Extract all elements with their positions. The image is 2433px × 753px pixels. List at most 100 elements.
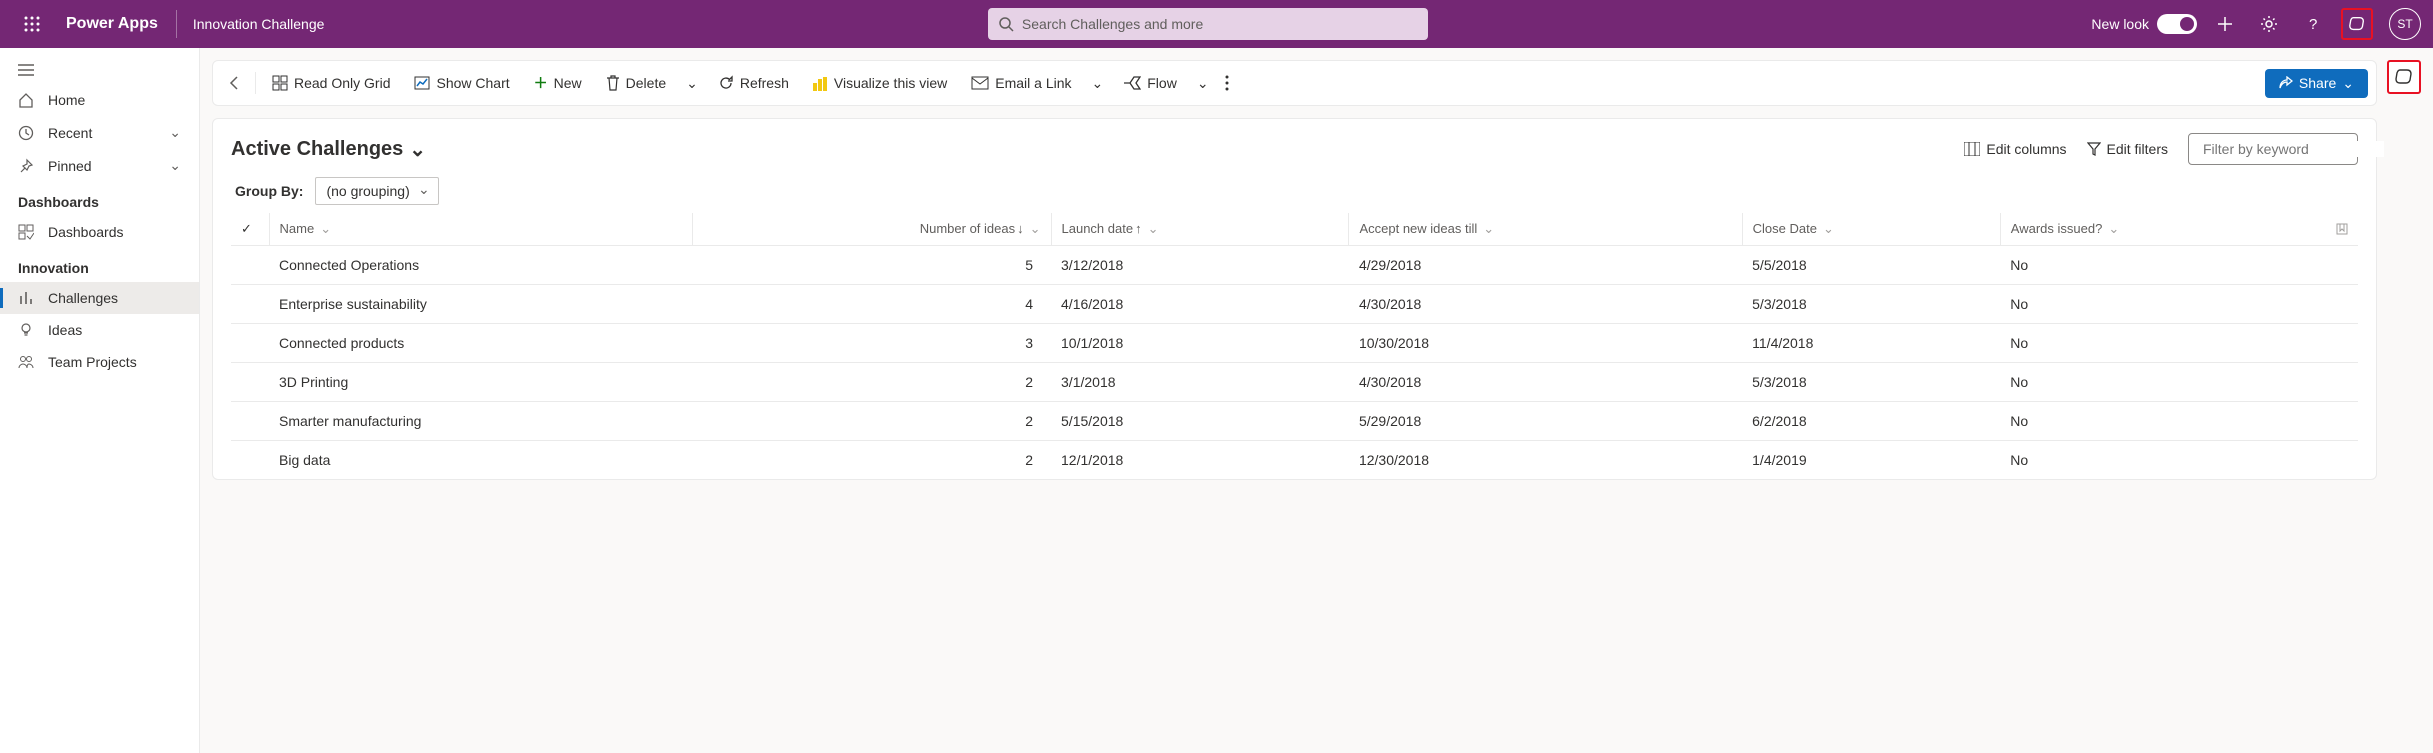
chevron-down-icon: ⌄: [2108, 221, 2119, 236]
user-avatar[interactable]: ST: [2389, 8, 2421, 40]
header-divider: [176, 10, 177, 38]
view-panel: Active Challenges ⌄ Edit columns Edit fi…: [212, 118, 2377, 480]
search-icon: [998, 16, 1014, 32]
app-title: Innovation Challenge: [181, 16, 325, 32]
column-num-ideas[interactable]: Number of ideas↓⌄: [693, 213, 1051, 246]
chevron-down-icon: ⌄: [1483, 221, 1494, 236]
home-icon: [18, 92, 34, 108]
column-close-date[interactable]: Close Date⌄: [1742, 213, 2000, 246]
chevron-down-icon: ⌄: [1197, 75, 1209, 92]
nav-label: Team Projects: [48, 354, 137, 370]
table-row[interactable]: Connected products310/1/201810/30/201811…: [231, 324, 2358, 363]
search-input[interactable]: [1022, 16, 1418, 32]
delete-split-button[interactable]: ⌄: [680, 69, 704, 98]
nav-label: Recent: [48, 125, 92, 141]
settings-button[interactable]: [2253, 8, 2285, 40]
column-launch-date[interactable]: Launch date↑⌄: [1051, 213, 1349, 246]
more-vertical-icon: [1225, 75, 1229, 91]
more-commands-button[interactable]: [1219, 69, 1235, 97]
sidebar-toggle[interactable]: [0, 56, 199, 84]
delete-icon: [606, 75, 620, 91]
help-button[interactable]: ?: [2297, 8, 2329, 40]
table-row[interactable]: Big data212/1/201812/30/20181/4/2019No: [231, 441, 2358, 480]
column-awards-issued[interactable]: Awards issued?⌄: [2000, 213, 2326, 246]
chevron-down-icon: ⌄: [1030, 221, 1041, 236]
copilot-button-header[interactable]: [2341, 8, 2373, 40]
app-launcher-icon[interactable]: [12, 4, 52, 44]
read-only-grid-button[interactable]: Read Only Grid: [262, 69, 400, 97]
table-row[interactable]: Smarter manufacturing25/15/20185/29/2018…: [231, 402, 2358, 441]
cell-close: 5/3/2018: [1742, 285, 2000, 324]
view-title-label: Active Challenges: [231, 138, 403, 161]
toggle-switch[interactable]: [2157, 14, 2197, 34]
nav-group-dashboards: Dashboards: [0, 182, 199, 216]
cmd-label: New: [554, 75, 582, 91]
select-all-column[interactable]: ✓: [231, 213, 269, 246]
cell-accept: 12/30/2018: [1349, 441, 1742, 480]
sidebar-item-challenges[interactable]: Challenges: [0, 282, 199, 314]
new-look-toggle[interactable]: New look: [2091, 14, 2197, 34]
sidebar-item-team-projects[interactable]: Team Projects: [0, 346, 199, 378]
show-chart-button[interactable]: Show Chart: [404, 69, 519, 97]
filter-icon: [2087, 142, 2101, 156]
keyword-filter[interactable]: [2188, 133, 2358, 165]
groupby-select[interactable]: (no grouping): [315, 177, 438, 205]
delete-button[interactable]: Delete: [596, 69, 676, 97]
new-button[interactable]: ＋ New: [524, 67, 592, 99]
column-name[interactable]: Name⌄: [269, 213, 693, 246]
view-selector[interactable]: Active Challenges ⌄: [231, 137, 426, 162]
refresh-button[interactable]: Refresh: [708, 69, 799, 97]
table-row[interactable]: 3D Printing23/1/20184/30/20185/3/2018No: [231, 363, 2358, 402]
cell-ideas: 5: [693, 246, 1051, 285]
nav-group-innovation: Innovation: [0, 248, 199, 282]
cmd-label: Email a Link: [995, 75, 1071, 91]
chevron-down-icon: ⌄: [1148, 221, 1159, 236]
flow-button[interactable]: Flow: [1113, 69, 1187, 97]
cmd-label: Share: [2299, 75, 2336, 91]
sidebar-item-recent[interactable]: Recent ⌄: [0, 116, 199, 149]
edit-filters-button[interactable]: Edit filters: [2087, 141, 2168, 157]
share-button[interactable]: Share ⌄: [2265, 69, 2368, 98]
cell-name: Connected products: [269, 324, 693, 363]
sort-desc-icon: ↓: [1017, 221, 1024, 236]
new-look-label: New look: [2091, 16, 2149, 32]
action-label: Edit filters: [2107, 141, 2168, 157]
cell-accept: 4/29/2018: [1349, 246, 1742, 285]
cell-awards: No: [2000, 285, 2326, 324]
groupby-label: Group By:: [235, 183, 303, 199]
copilot-button-pane[interactable]: [2387, 60, 2421, 94]
global-search[interactable]: [988, 8, 1428, 40]
sidebar-item-home[interactable]: Home: [0, 84, 199, 116]
cell-launch: 3/1/2018: [1051, 363, 1349, 402]
flow-split-button[interactable]: ⌄: [1191, 69, 1215, 98]
sidebar-item-pinned[interactable]: Pinned ⌄: [0, 149, 199, 182]
add-button[interactable]: [2209, 8, 2241, 40]
columns-icon: [1964, 142, 1980, 156]
cell-awards: No: [2000, 441, 2326, 480]
email-split-button[interactable]: ⌄: [1086, 69, 1110, 98]
cell-close: 5/3/2018: [1742, 363, 2000, 402]
cell-name: 3D Printing: [269, 363, 693, 402]
column-actions[interactable]: [2326, 213, 2358, 246]
email-icon: [971, 76, 989, 90]
visualize-button[interactable]: Visualize this view: [803, 69, 957, 97]
cmd-label: Show Chart: [436, 75, 509, 91]
cell-awards: No: [2000, 324, 2326, 363]
cell-awards: No: [2000, 363, 2326, 402]
cmd-label: Read Only Grid: [294, 75, 390, 91]
cell-accept: 4/30/2018: [1349, 285, 1742, 324]
column-accept-until[interactable]: Accept new ideas till⌄: [1349, 213, 1742, 246]
back-button[interactable]: [221, 69, 249, 97]
groupby-value: (no grouping): [326, 183, 409, 199]
sidebar-item-ideas[interactable]: Ideas: [0, 314, 199, 346]
keyword-filter-input[interactable]: [2203, 141, 2384, 157]
app-name: Power Apps: [52, 15, 172, 33]
cell-close: 1/4/2019: [1742, 441, 2000, 480]
email-link-button[interactable]: Email a Link: [961, 69, 1081, 97]
sidebar-item-dashboards[interactable]: Dashboards: [0, 216, 199, 248]
edit-columns-button[interactable]: Edit columns: [1964, 141, 2066, 157]
table-row[interactable]: Enterprise sustainability44/16/20184/30/…: [231, 285, 2358, 324]
cmd-label: Visualize this view: [834, 75, 947, 91]
table-row[interactable]: Connected Operations53/12/20184/29/20185…: [231, 246, 2358, 285]
svg-text:?: ?: [2309, 16, 2317, 33]
